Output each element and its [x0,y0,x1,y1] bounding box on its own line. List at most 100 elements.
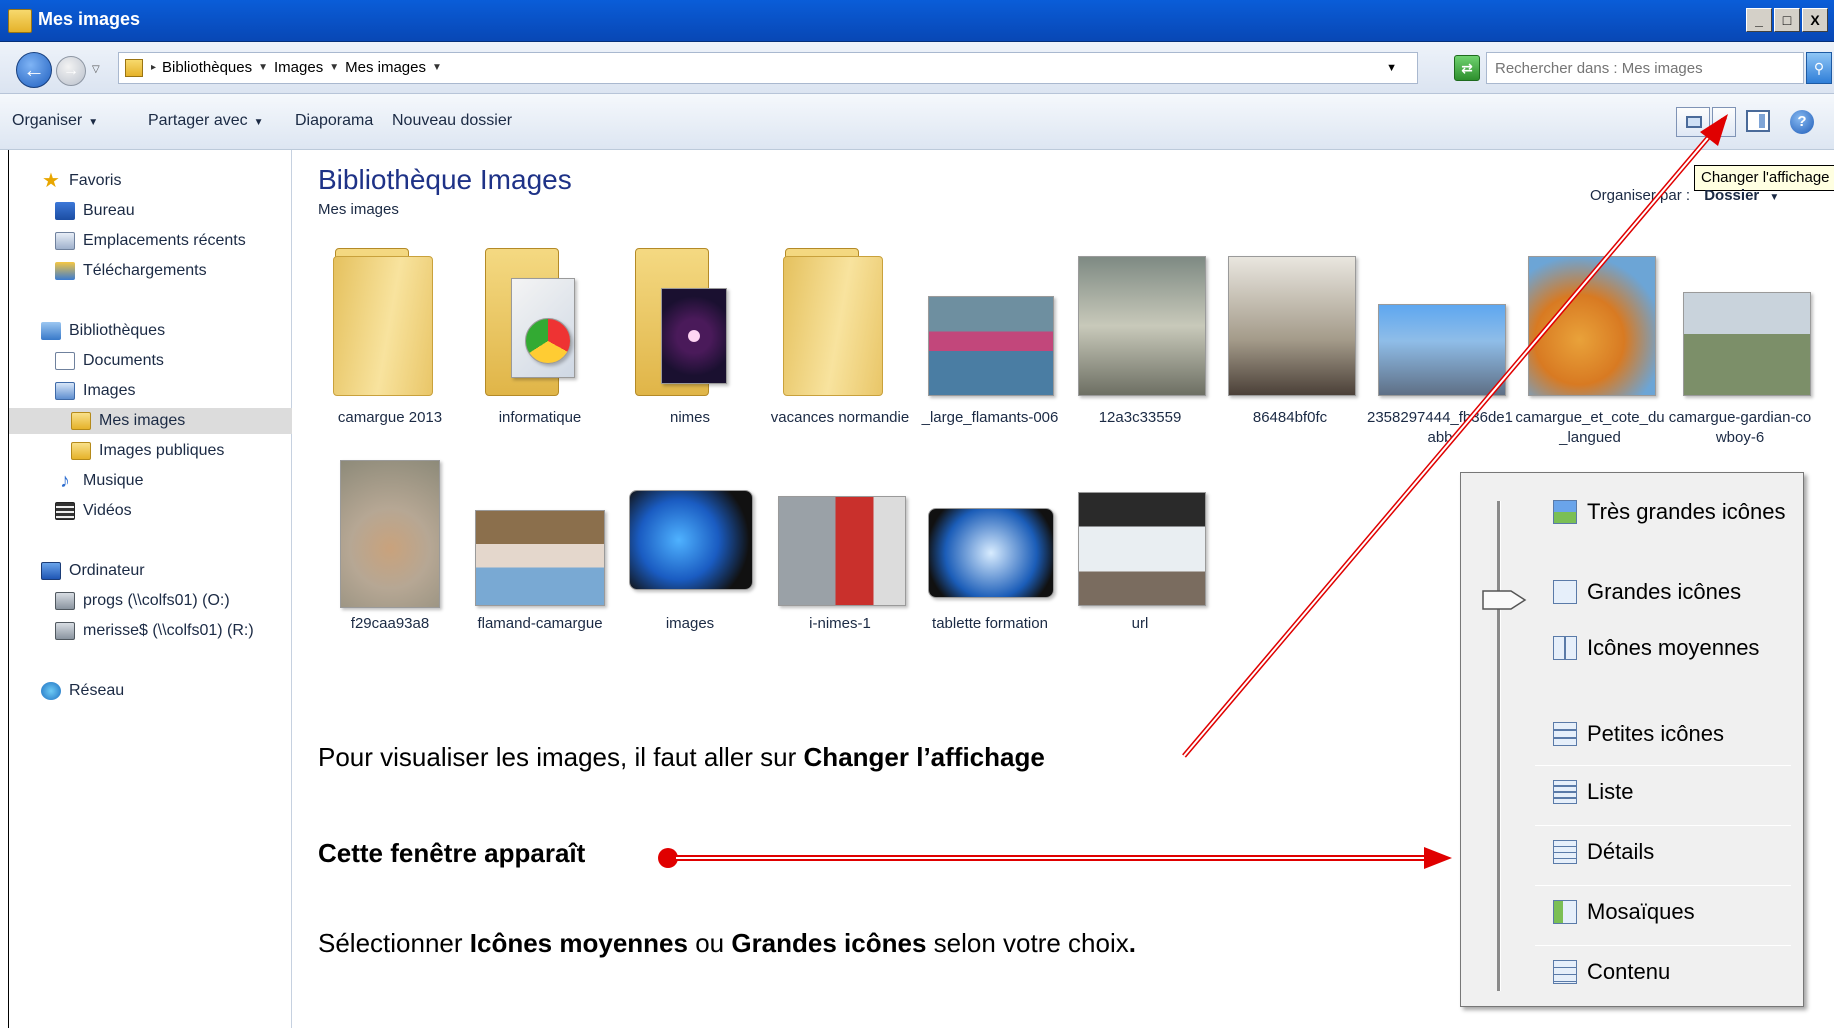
menu-separator [1535,765,1791,766]
thumbnail-image [778,496,906,606]
menu-item-label: Détails [1587,839,1655,864]
help-icon[interactable]: ? [1790,110,1814,134]
arrow-to-view-menu [658,847,1452,869]
nav-label: Musique [83,472,144,489]
slideshow-button[interactable]: Diaporama [295,112,373,130]
menu-item-label: Contenu [1587,959,1671,984]
nav-label: Bibliothèques [69,322,166,339]
menu-item-extra-large-icons[interactable]: Très grandes icônes [1553,495,1786,529]
crumb-separator-icon[interactable]: ▼ [329,62,339,73]
history-dropdown-icon[interactable]: ▽ [92,64,100,75]
search-input[interactable] [1487,53,1803,83]
nav-item-music[interactable]: ♪ Musique [55,468,143,494]
menu-item-list[interactable]: Liste [1553,775,1633,809]
details-view-icon [1553,840,1577,864]
menu-item-tiles[interactable]: Mosaïques [1553,895,1695,929]
nav-item-desktop[interactable]: Bureau [55,198,135,224]
large-icons-icon [1553,580,1577,604]
change-view-button[interactable] [1676,107,1710,137]
refresh-icon[interactable]: ⇄ [1454,55,1480,81]
nav-label: Bureau [83,202,135,219]
share-button[interactable]: Partager avec ▼ [148,112,264,130]
libraries-icon [41,322,61,340]
menu-item-label: Liste [1587,779,1634,804]
crumb-libraries[interactable]: Bibliothèques [162,59,252,76]
content-view-icon [1553,960,1577,984]
preview-pane-icon[interactable] [1746,110,1770,132]
instruction-line-1: Pour visualiser les images, il faut alle… [318,742,1045,773]
nav-item-public-images[interactable]: Images publiques [71,438,224,464]
menu-item-medium-icons[interactable]: Icônes moyennes [1553,631,1759,665]
view-size-slider[interactable] [1497,501,1501,991]
new-folder-button[interactable]: Nouveau dossier [392,112,512,130]
medium-icons-icon [1553,636,1577,660]
network-icon [41,682,61,700]
nav-label: Vidéos [83,502,132,519]
address-dropdown-icon[interactable]: ▼ [1386,62,1397,74]
chrome-logo-icon [525,318,571,364]
menu-item-large-icons[interactable]: Grandes icônes [1553,575,1741,609]
film-icon [55,502,75,520]
nav-item-recent[interactable]: Emplacements récents [55,228,246,254]
back-arrow-icon[interactable]: ← [16,52,52,88]
slider-thumb[interactable] [1481,589,1529,611]
forward-arrow-icon[interactable]: → [56,56,86,86]
nav-item-videos[interactable]: Vidéos [55,498,132,524]
thumbnail-image [1078,256,1206,396]
menu-separator [1535,825,1791,826]
chevron-down-icon[interactable]: ▼ [1769,192,1779,203]
nav-label: Réseau [69,682,125,699]
nav-item-libraries[interactable]: Bibliothèques [41,318,165,344]
nav-item-my-images[interactable]: Mes images [9,408,292,434]
crumb-images[interactable]: Images [274,59,323,76]
command-bar: Organiser ▼ Partager avec ▼ Diaporama Nouv… [0,94,1834,150]
thumbnail-image [1528,256,1656,396]
instruction-text: selon votre choix [926,928,1129,958]
nav-label: Images publiques [99,442,225,459]
nav-item-computer[interactable]: Ordinateur [41,558,145,584]
folder-icon [8,9,32,33]
recent-places-icon [55,232,75,250]
thumbnail-image [1228,256,1356,396]
navigation-pane: ★ Favoris Bureau Emplacements récents Tél… [8,150,292,1028]
nav-item-images[interactable]: Images [55,378,135,404]
arrange-by[interactable]: Organiser par : Dossier ▼ [1590,187,1779,204]
nav-item-network[interactable]: Réseau [41,678,124,704]
item-label: 12a3c33559 [1098,409,1182,426]
page-title: Bibliothèque Images [318,164,572,195]
menu-item-content[interactable]: Contenu [1553,955,1670,989]
search-icon[interactable]: ⚲ [1806,52,1832,84]
instruction-emphasis: Icônes moyennes [469,928,688,958]
item-label: 86484bf0fc [1252,409,1328,426]
arrange-value[interactable]: Dossier [1704,187,1759,204]
breadcrumb[interactable]: ▸ Bibliothèques ▼ Images ▼ Mes images ▼ … [118,52,1418,84]
nav-item-drive-r[interactable]: merisse$ (\\colfs01) (R:) [55,618,254,644]
view-options-dropdown[interactable]: ▼ [1712,107,1736,137]
instruction-text: ou [687,928,732,958]
crumb-separator-icon[interactable]: ▼ [432,62,442,73]
minimize-button[interactable]: _ [1746,8,1772,32]
nav-item-favorites[interactable]: ★ Favoris [41,168,121,194]
music-note-icon: ♪ [60,470,70,492]
crumb-separator-icon[interactable]: ▸ [151,62,156,73]
window-controls: _ □ X [1746,8,1828,32]
crumb-my-images[interactable]: Mes images [345,59,426,76]
organise-button[interactable]: Organiser ▼ [12,112,98,130]
close-button[interactable]: X [1802,8,1828,32]
nav-item-drive-o[interactable]: progs (\\colfs01) (O:) [55,588,230,614]
crumb-separator-icon[interactable]: ▼ [258,62,268,73]
menu-item-details[interactable]: Détails [1553,835,1654,869]
maximize-button[interactable]: □ [1774,8,1800,32]
library-icon [125,59,143,77]
item-label: vacances normandie [770,409,910,426]
menu-item-small-icons[interactable]: Petites icônes [1553,717,1724,751]
nav-item-documents[interactable]: Documents [55,348,164,374]
folder-icon [71,442,91,460]
nav-label: Mes images [99,412,186,429]
star-icon: ★ [42,170,60,192]
nav-item-downloads[interactable]: Téléchargements [55,258,207,284]
computer-icon [41,562,61,580]
instruction-emphasis: Grandes icônes [731,928,927,958]
instruction-text: Sélectionner [318,928,470,958]
item-label: camargue-gardian-cowboy-6 [1668,409,1812,446]
